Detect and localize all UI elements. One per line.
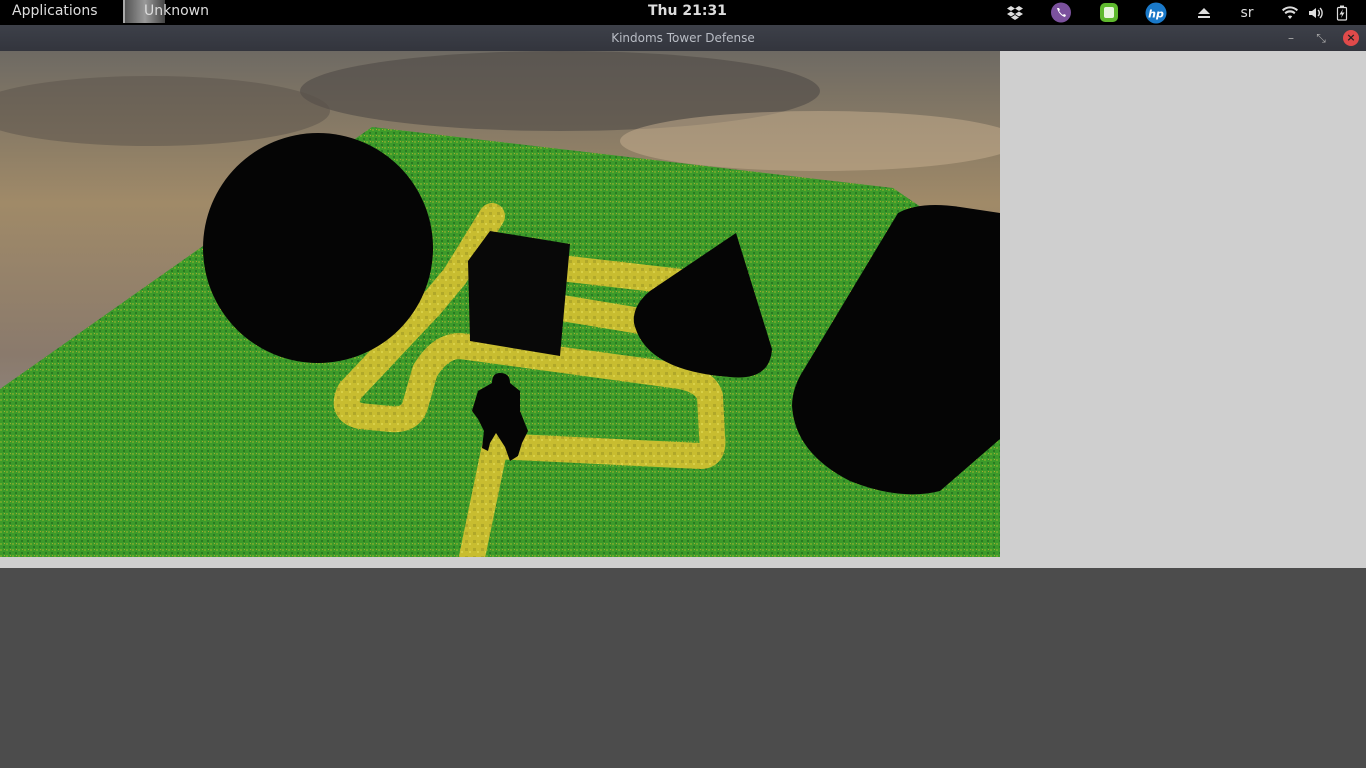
wifi-icon[interactable] <box>1280 2 1300 23</box>
game-viewport[interactable] <box>0 51 1000 557</box>
minimize-button[interactable]: – <box>1283 30 1299 46</box>
hp-icon[interactable]: hp <box>1144 2 1168 23</box>
viber-icon[interactable] <box>1049 2 1073 23</box>
restore-button[interactable]: ⤡ <box>1313 30 1329 46</box>
window-titlebar[interactable]: Kindoms Tower Defense – ⤡ × <box>0 25 1366 51</box>
volume-icon[interactable] <box>1306 2 1326 23</box>
window-bottom-edge <box>0 557 1366 568</box>
top-panel: Applications Unknown Thu 21:31 hp sr <box>0 0 1366 25</box>
svg-text:hp: hp <box>1148 7 1164 20</box>
window-list-item[interactable]: Unknown <box>144 3 209 19</box>
game-scene[interactable] <box>0 51 1000 557</box>
clock[interactable]: Thu 21:31 <box>648 3 727 19</box>
applications-menu[interactable]: Applications <box>12 3 98 19</box>
sphere-object[interactable] <box>203 133 433 363</box>
side-panel <box>1000 51 1366 557</box>
cube-object[interactable] <box>468 231 570 356</box>
battery-icon[interactable] <box>1333 2 1351 23</box>
eject-icon[interactable] <box>1194 2 1214 23</box>
window-title: Kindoms Tower Defense <box>611 31 755 45</box>
dropbox-icon[interactable] <box>1004 2 1026 23</box>
close-button[interactable]: × <box>1343 30 1359 46</box>
user-menu[interactable]: sr <box>1234 2 1260 23</box>
desktop-background <box>0 568 1366 768</box>
evernote-icon[interactable] <box>1097 2 1121 23</box>
